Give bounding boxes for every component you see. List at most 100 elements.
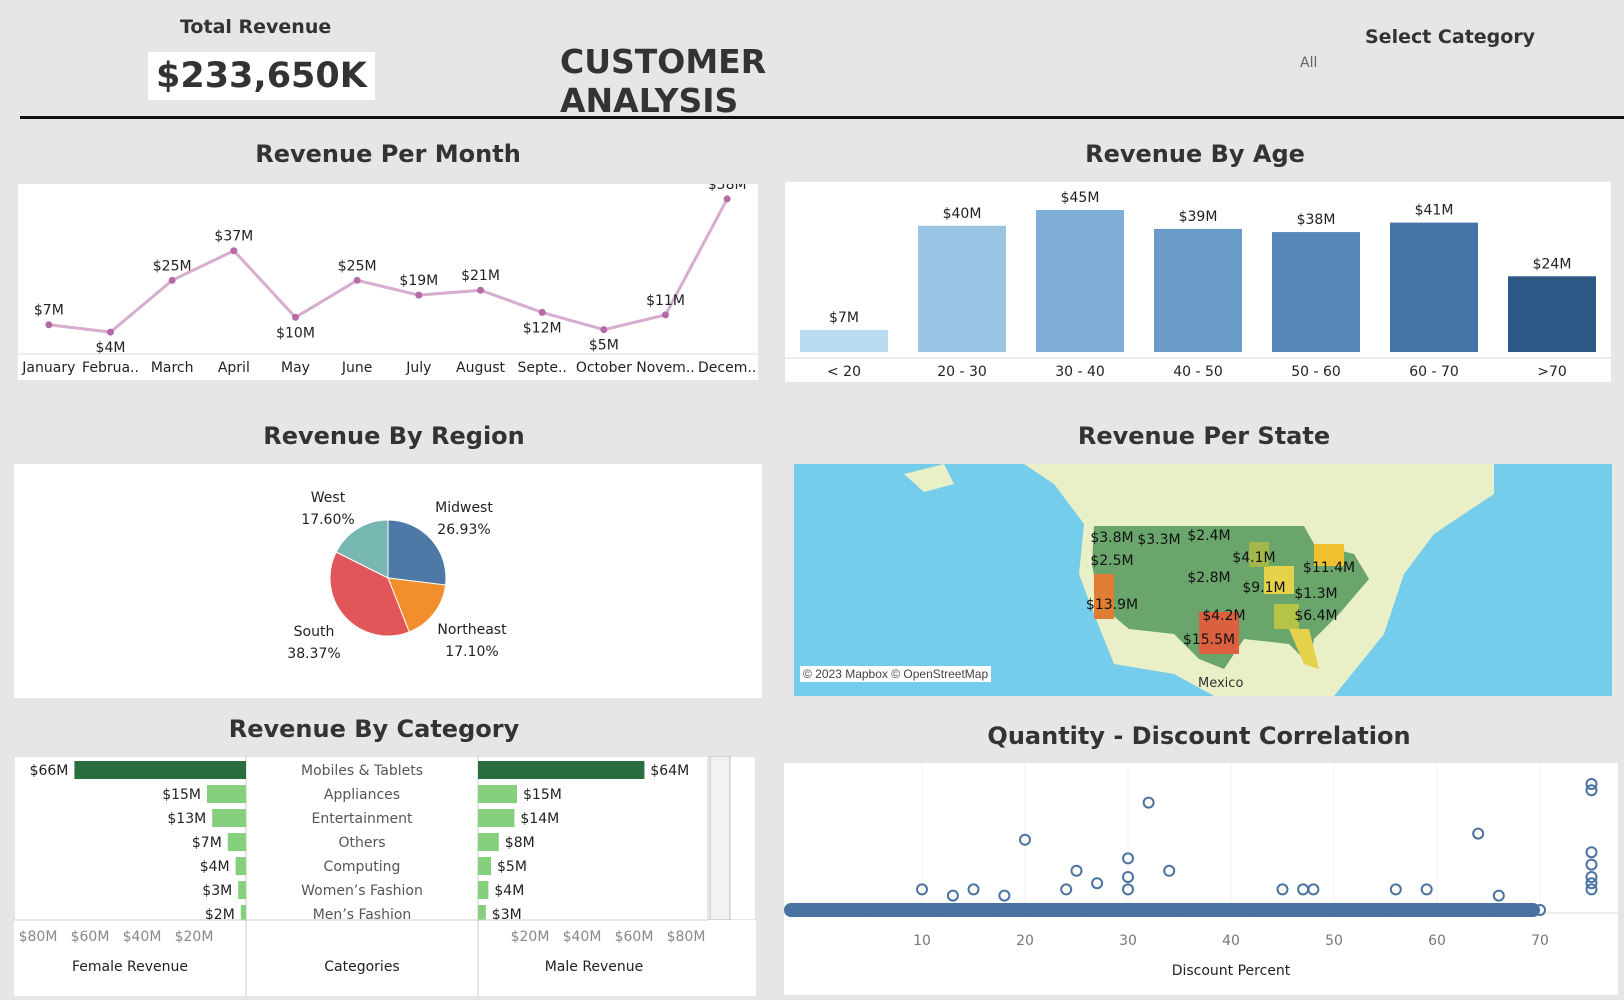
month-data-label: $37M (214, 229, 253, 245)
map-state-label: $15.5M (1183, 632, 1235, 648)
category-scrollbar (709, 755, 731, 921)
male-bar (478, 761, 645, 779)
month-data-label: $12M (523, 320, 562, 336)
month-line-segment (479, 288, 543, 314)
map-state-label: $9.1M (1242, 580, 1285, 596)
female-bar (235, 857, 246, 875)
age-data-label: $7M (829, 310, 859, 326)
female-axis-tick: $40M (123, 929, 162, 945)
category-label: Mobiles & Tablets (301, 763, 423, 779)
age-bar-chart: $7M < 20 $40M 20 - 30 $45M 30 - 40 $39M 40 - 50… (785, 190, 1611, 380)
scatter-point (1472, 827, 1485, 840)
state-map[interactable]: $3.8M $3.3M $2.4M $2.5M $4.1M $11.4M $2.8M $9.1… (794, 464, 1612, 696)
female-bar (227, 833, 246, 851)
region-chart-panel: Midwest 26.93% Northeast 17.10% South 38.37% W… (14, 464, 762, 698)
age-tick-label: < 20 (827, 364, 861, 380)
scatter-point (1420, 883, 1433, 896)
month-data-label: $58M (708, 184, 747, 193)
month-data-label: $21M (461, 268, 500, 284)
female-axis-title: Female Revenue (72, 959, 188, 975)
month-line-segment (48, 323, 111, 334)
kpi-label: Total Revenue (180, 16, 332, 38)
month-point (45, 321, 53, 329)
male-axis-tick: $60M (615, 929, 654, 945)
category-butterfly-chart: $66M Mobiles & Tablets $64M $15M Appliances $… (13, 755, 757, 996)
region-chart-title: Revenue By Region (263, 422, 525, 450)
month-line-segment (232, 249, 297, 319)
pie-label-midwest: Midwest (435, 500, 493, 516)
female-data-label: $3M (202, 883, 232, 899)
scatter-point (1492, 889, 1505, 902)
category-label: Computing (324, 859, 401, 875)
age-tick-label: 20 - 30 (937, 364, 987, 380)
age-tick-label: >70 (1537, 364, 1567, 380)
female-data-label: $7M (192, 835, 222, 851)
filter-label: Select Category (1365, 26, 1536, 48)
female-bar (212, 809, 246, 827)
age-bar (800, 329, 888, 352)
month-data-label: $11M (646, 293, 685, 309)
header-divider (20, 116, 1624, 119)
pie-label-south: South (294, 624, 335, 640)
month-line-segment (603, 313, 666, 332)
scatter-x-tick: 40 (1222, 933, 1240, 949)
male-axis-title: Male Revenue (545, 959, 644, 975)
category-chart-title: Revenue By Category (228, 715, 520, 743)
month-tick-label: April (218, 360, 250, 376)
categories-axis-title: Categories (324, 959, 399, 975)
map-state-label: $4.2M (1202, 608, 1245, 624)
age-tick-label: 50 - 60 (1291, 364, 1341, 380)
month-point (662, 311, 669, 319)
month-point (292, 313, 299, 321)
age-data-label: $41M (1415, 203, 1454, 219)
pie-pct-northeast: 17.10% (445, 644, 498, 660)
scatter-point (1585, 846, 1598, 859)
age-bar (1154, 228, 1242, 352)
scatter-point (1585, 883, 1598, 896)
pie-pct-midwest: 26.93% (437, 522, 490, 538)
month-tick-label: May (281, 360, 310, 376)
scatter-x-tick: 70 (1531, 933, 1549, 949)
scatter-x-tick: 30 (1119, 933, 1137, 949)
month-line-segment (109, 279, 174, 334)
scatter-x-tick: 50 (1325, 933, 1343, 949)
age-data-label: $45M (1061, 190, 1100, 206)
map-attribution[interactable]: © 2023 Mapbox © OpenStreetMap (800, 666, 992, 682)
state-map-panel[interactable]: $3.8M $3.3M $2.4M $2.5M $4.1M $11.4M $2.8M $9.1… (794, 464, 1612, 696)
age-data-label: $40M (943, 206, 982, 222)
scatter-point (998, 889, 1011, 902)
scatter-x-tick: 60 (1428, 933, 1446, 949)
month-point (415, 291, 423, 299)
scatter-chart-title: Quantity - Discount Correlation (987, 722, 1411, 750)
scatter-point (1297, 883, 1310, 896)
month-point (538, 308, 546, 316)
male-data-label: $4M (494, 883, 524, 899)
age-bar (918, 225, 1006, 352)
age-data-label: $38M (1297, 212, 1336, 228)
scatter-point (1060, 883, 1073, 896)
category-filter-dropdown[interactable]: All (1300, 55, 1317, 71)
month-point (723, 195, 731, 203)
alaska-land (904, 464, 954, 492)
age-chart-panel: $7M < 20 $40M 20 - 30 $45M 30 - 40 $39M 40 - 50… (785, 182, 1611, 382)
female-data-label: $66M (30, 763, 69, 779)
category-chart-panel: $66M Mobiles & Tablets $64M $15M Appliances $… (13, 755, 757, 996)
region-pie-chart: Midwest 26.93% Northeast 17.10% South 38.37% W… (287, 490, 507, 662)
month-data-label: $10M (276, 325, 315, 341)
male-bar (478, 809, 515, 827)
month-data-label: $25M (153, 258, 192, 274)
map-state-label: $3.3M (1137, 532, 1180, 548)
month-tick-label: Novem.. (636, 360, 694, 376)
category-label: Entertainment (311, 811, 413, 827)
male-data-label: $5M (497, 859, 527, 875)
male-bar (478, 833, 499, 851)
month-point (230, 247, 238, 255)
month-tick-label: January (21, 360, 75, 376)
female-axis-tick: $60M (71, 929, 110, 945)
month-tick-label: Februa.. (82, 360, 139, 376)
male-axis-tick: $40M (563, 929, 602, 945)
female-bar (74, 761, 247, 779)
month-tick-label: Septe.. (517, 360, 566, 376)
category-label: Others (338, 835, 385, 851)
month-line-segment (294, 279, 358, 319)
